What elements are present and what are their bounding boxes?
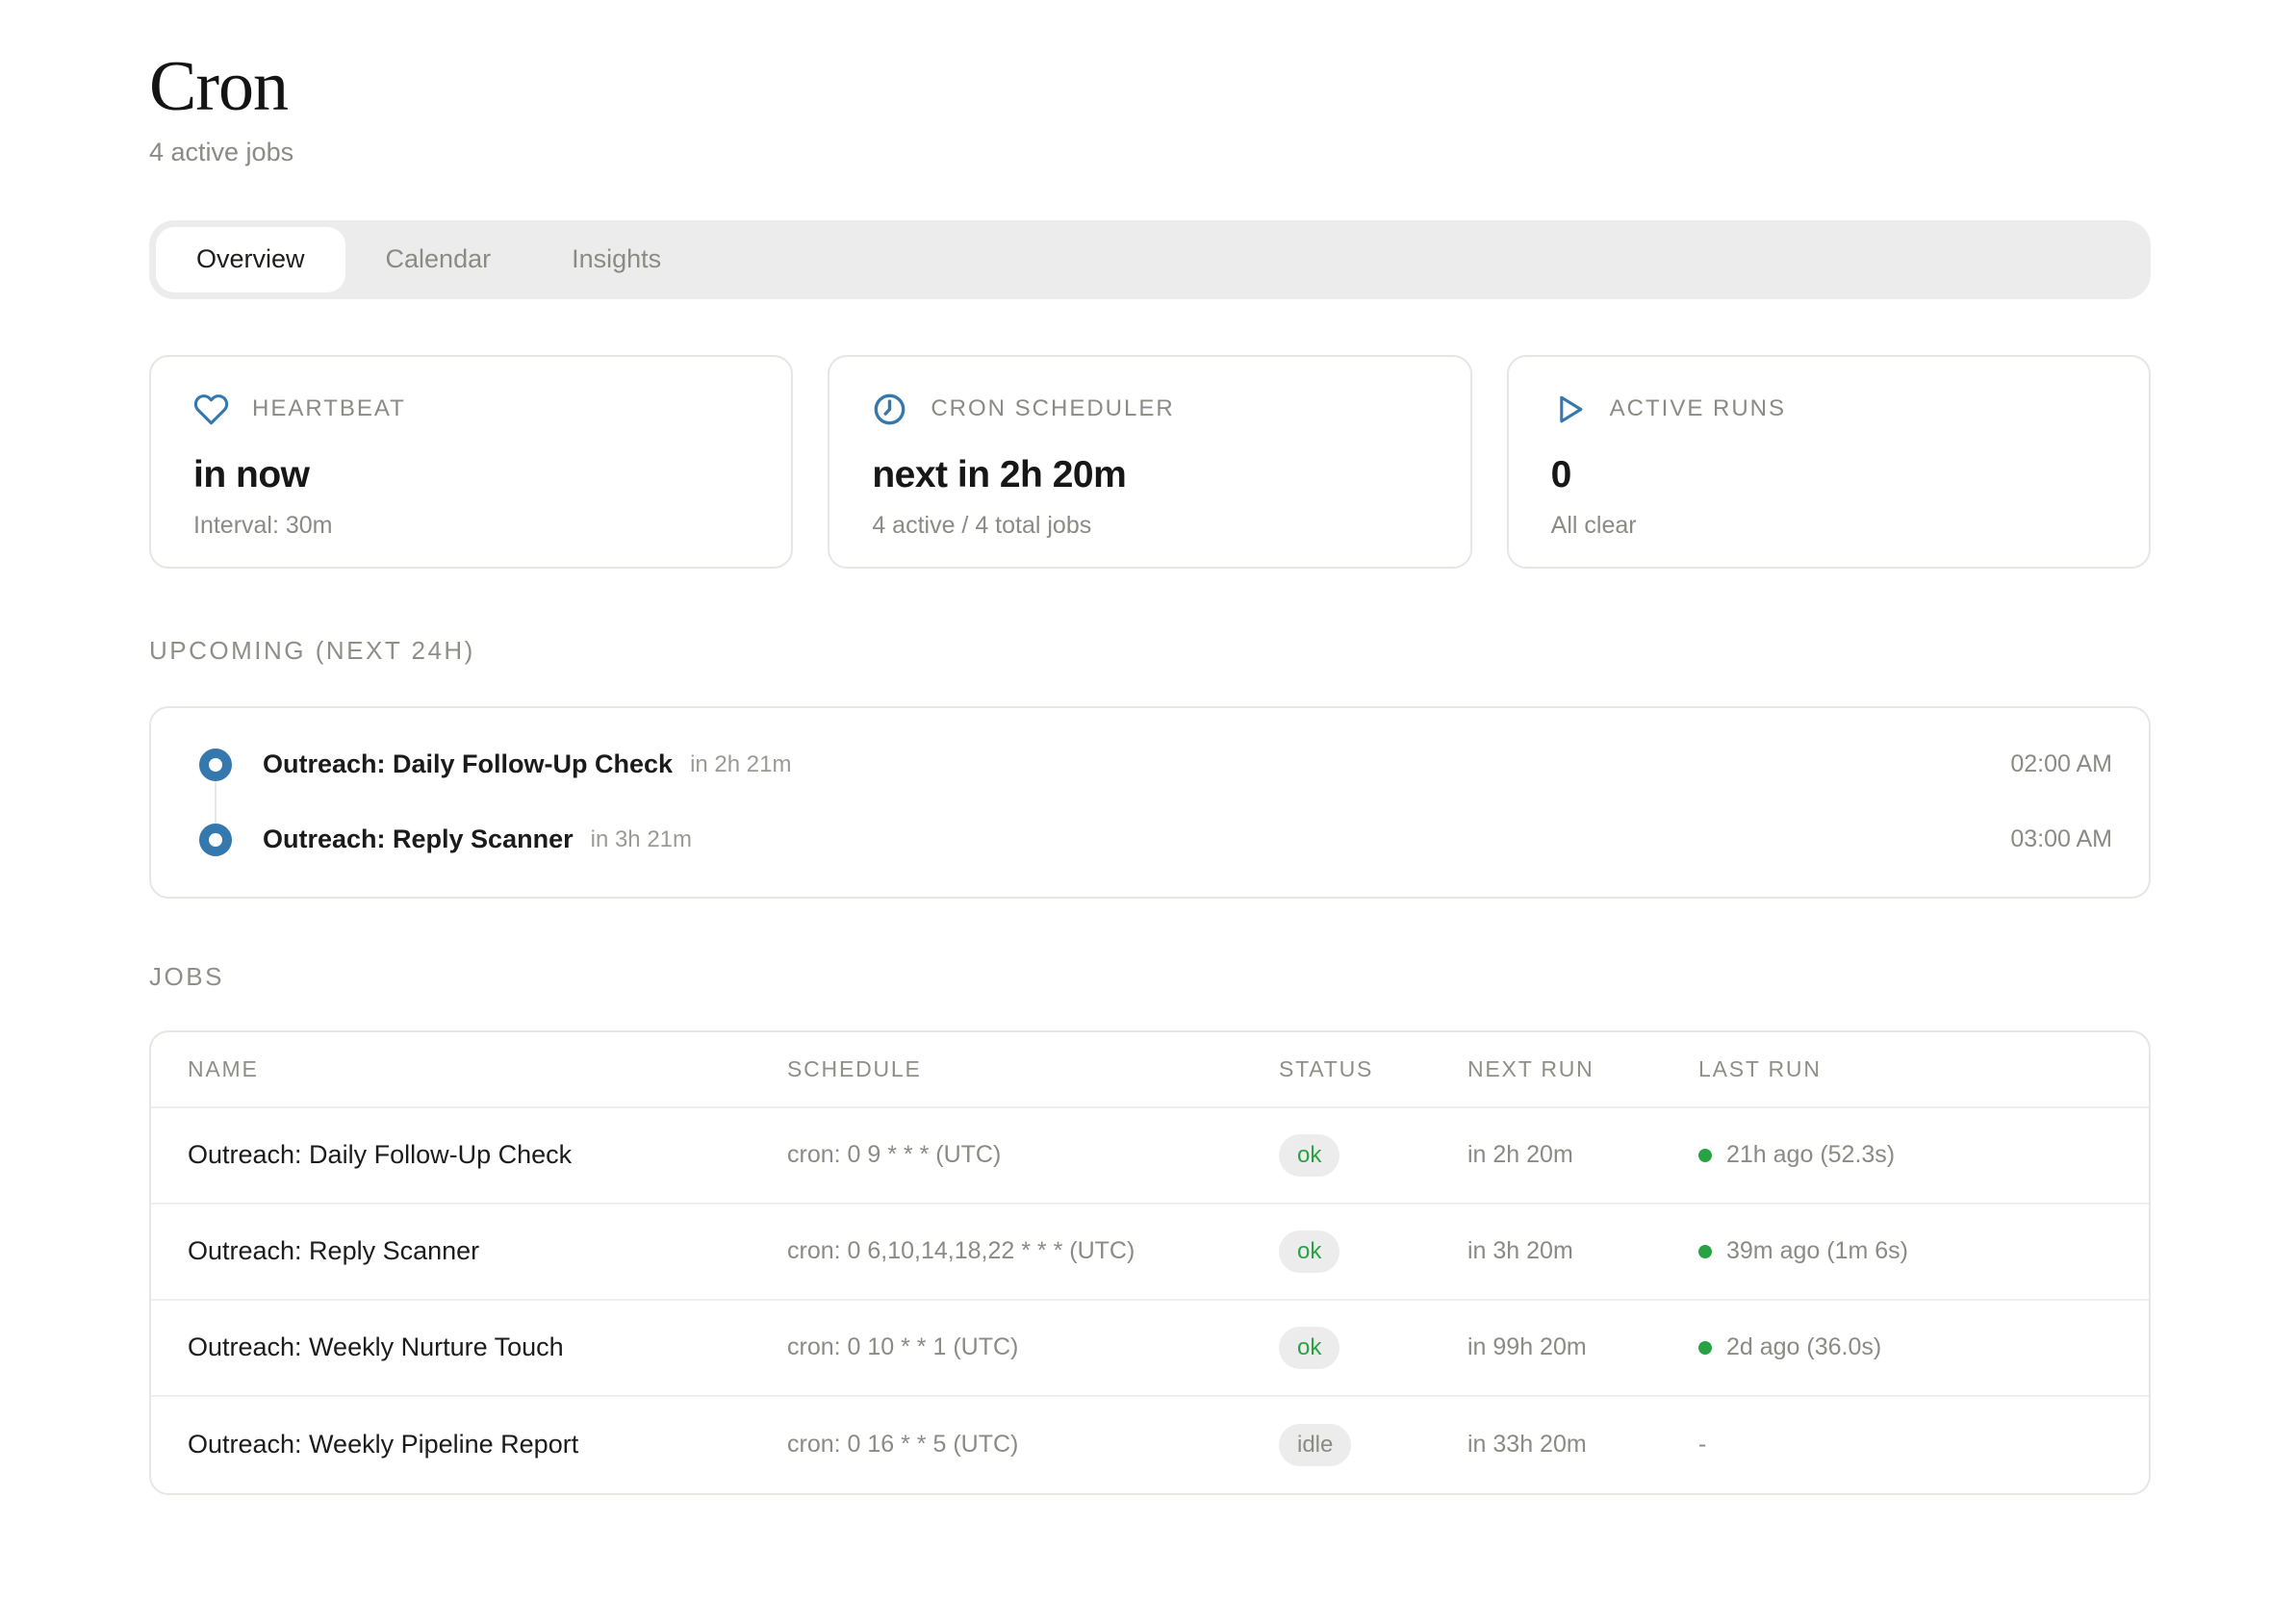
stat-subtext: Interval: 30m [193,512,749,540]
page-title: Cron [149,50,2151,124]
upcoming-section-heading: UPCOMING (NEXT 24H) [149,636,2151,666]
upcoming-item[interactable]: Outreach: Reply Scanner in 3h 21m 03:00 … [151,802,2149,877]
table-row[interactable]: Outreach: Weekly Pipeline Report cron: 0… [151,1397,2149,1493]
jobs-table-header: NAME SCHEDULE STATUS NEXT RUN LAST RUN [151,1032,2149,1108]
tab-label: Insights [572,244,661,274]
stat-card-header: ACTIVE RUNS [1551,392,2106,427]
heart-icon [193,392,229,427]
job-next-run: in 2h 20m [1467,1141,1698,1169]
jobs-table: NAME SCHEDULE STATUS NEXT RUN LAST RUN O… [149,1030,2151,1495]
job-next-run: in 99h 20m [1467,1333,1698,1361]
upcoming-relative-time: in 3h 21m [591,826,692,853]
page: Cron 4 active jobs Overview Calendar Ins… [149,0,2151,1495]
job-name: Outreach: Reply Scanner [188,1236,787,1266]
success-dot-icon [1698,1149,1712,1162]
status-badge: ok [1279,1327,1339,1368]
status-badge: ok [1279,1134,1339,1176]
stat-card-header: CRON SCHEDULER [872,392,1427,427]
tab[interactable]: Calendar [345,227,532,292]
stat-subtext: All clear [1551,512,2106,540]
column-header-last-run: LAST RUN [1698,1056,2112,1082]
tab[interactable]: Overview [156,227,345,292]
stat-label: CRON SCHEDULER [931,395,1174,422]
tab-label: Overview [196,244,305,274]
job-last-run: 2d ago (36.0s) [1726,1333,1881,1361]
table-row[interactable]: Outreach: Weekly Nurture Touch cron: 0 1… [151,1301,2149,1397]
clock-icon [872,392,907,427]
tab-bar: Overview Calendar Insights [149,220,2151,299]
status-badge: ok [1279,1231,1339,1272]
job-next-run: in 33h 20m [1467,1431,1698,1459]
column-header-schedule: SCHEDULE [787,1056,1279,1082]
column-header-name: NAME [188,1056,787,1082]
job-status-cell: ok [1279,1134,1467,1176]
tab[interactable]: Insights [531,227,702,292]
status-badge: idle [1279,1424,1351,1465]
job-name: Outreach: Weekly Pipeline Report [188,1430,787,1459]
job-schedule: cron: 0 9 * * * (UTC) [787,1141,1279,1169]
job-schedule: cron: 0 10 * * 1 (UTC) [787,1333,1279,1361]
upcoming-relative-time: in 2h 21m [690,751,791,778]
upcoming-scheduled-time: 03:00 AM [2010,825,2112,853]
upcoming-list: Outreach: Daily Follow-Up Check in 2h 21… [149,706,2151,899]
job-name: Outreach: Daily Follow-Up Check [188,1140,787,1170]
job-last-run: - [1698,1431,1706,1459]
timeline-dot-icon [199,824,232,856]
stat-card-active-runs: ACTIVE RUNS 0 All clear [1507,355,2151,569]
success-dot-icon [1698,1341,1712,1355]
job-schedule: cron: 0 16 * * 5 (UTC) [787,1431,1279,1459]
play-icon [1551,392,1587,427]
stat-label: HEARTBEAT [252,395,406,422]
column-header-next-run: NEXT RUN [1467,1056,1698,1082]
success-dot-icon [1698,1245,1712,1258]
stat-card-heartbeat: HEARTBEAT in now Interval: 30m [149,355,793,569]
stats-row: HEARTBEAT in now Interval: 30m CRON SCHE… [149,355,2151,569]
column-header-status: STATUS [1279,1056,1467,1082]
upcoming-item[interactable]: Outreach: Daily Follow-Up Check in 2h 21… [151,727,2149,802]
stat-label: ACTIVE RUNS [1610,395,1786,422]
upcoming-job-name: Outreach: Daily Follow-Up Check [263,749,673,779]
tab-label: Calendar [386,244,492,274]
stat-value: 0 [1551,454,2106,496]
job-last-run-cell: 2d ago (36.0s) [1698,1333,2112,1361]
job-status-cell: ok [1279,1231,1467,1272]
upcoming-scheduled-time: 02:00 AM [2010,750,2112,778]
job-status-cell: idle [1279,1424,1467,1465]
stat-value: in now [193,454,749,496]
job-name: Outreach: Weekly Nurture Touch [188,1332,787,1362]
table-row[interactable]: Outreach: Reply Scanner cron: 0 6,10,14,… [151,1205,2149,1301]
jobs-table-body: Outreach: Daily Follow-Up Check cron: 0 … [151,1108,2149,1493]
job-schedule: cron: 0 6,10,14,18,22 * * * (UTC) [787,1237,1279,1265]
timeline-dot-icon [199,749,232,781]
jobs-section-heading: JOBS [149,962,2151,992]
job-last-run-cell: - [1698,1431,2112,1459]
stat-value: next in 2h 20m [872,454,1427,496]
stat-subtext: 4 active / 4 total jobs [872,512,1427,540]
stat-card-cron-scheduler: CRON SCHEDULER next in 2h 20m 4 active /… [828,355,1471,569]
job-last-run: 21h ago (52.3s) [1726,1141,1895,1169]
job-last-run: 39m ago (1m 6s) [1726,1237,1908,1265]
stat-card-header: HEARTBEAT [193,392,749,427]
upcoming-job-name: Outreach: Reply Scanner [263,825,574,854]
active-jobs-count: 4 active jobs [149,138,2151,167]
job-next-run: in 3h 20m [1467,1237,1698,1265]
job-last-run-cell: 39m ago (1m 6s) [1698,1237,2112,1265]
table-row[interactable]: Outreach: Daily Follow-Up Check cron: 0 … [151,1108,2149,1205]
job-status-cell: ok [1279,1327,1467,1368]
job-last-run-cell: 21h ago (52.3s) [1698,1141,2112,1169]
